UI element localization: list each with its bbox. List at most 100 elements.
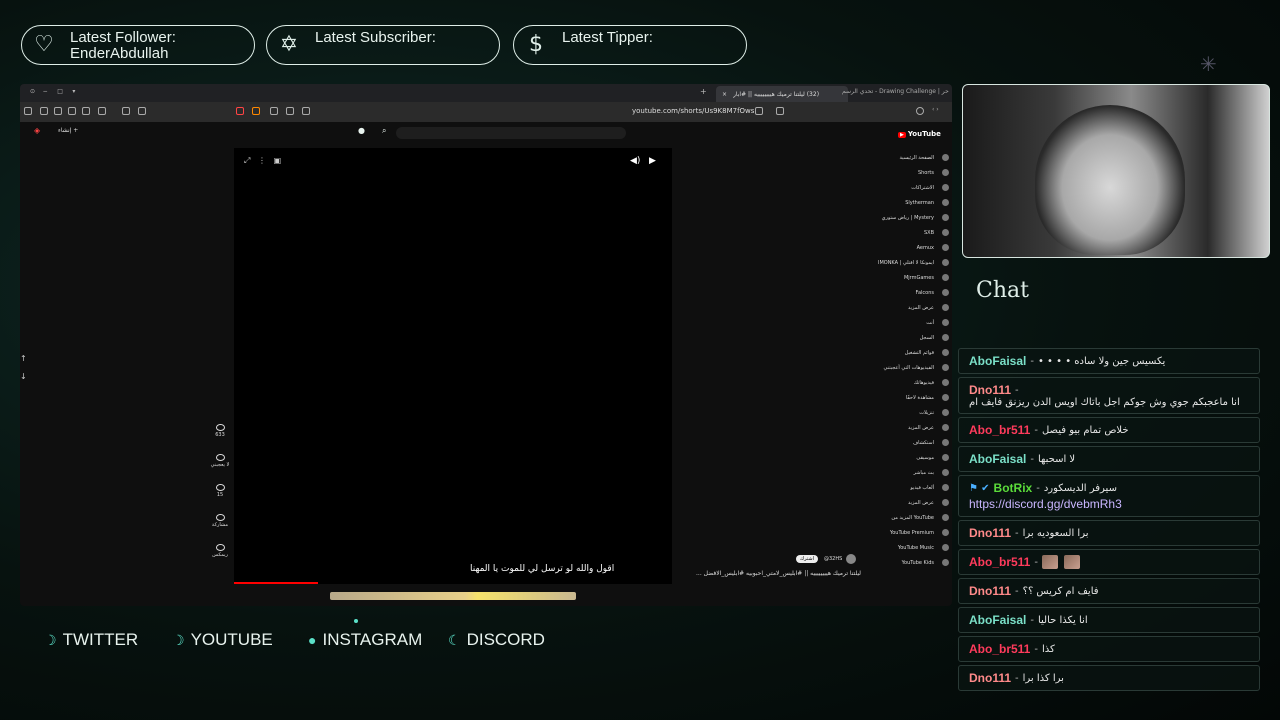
comments-button[interactable]: 15: [210, 484, 230, 498]
sidebar-item[interactable]: YouTube Kids: [872, 555, 952, 570]
channel-avatar[interactable]: [846, 554, 857, 564]
youtube-sidebar: الصفحة الرئيسية Shorts الاشتراكات Slytherma…: [872, 150, 952, 606]
sidebar-item[interactable]: بث مباشر: [872, 465, 952, 480]
channel-name[interactable]: @32HS: [824, 556, 842, 562]
tab-icon[interactable]: [68, 107, 76, 115]
tab-active[interactable]: × (32) ليلتنا ترميك هييييييييه || #ابار: [716, 86, 848, 102]
chat-username[interactable]: Dno111: [969, 526, 1011, 540]
tab-close-icon[interactable]: ×: [722, 91, 727, 98]
sidebar-item[interactable]: قوائم التشغيل: [872, 345, 952, 360]
chat-username[interactable]: Abo_br511: [969, 642, 1030, 656]
chat-username[interactable]: BotRix: [994, 481, 1033, 495]
brave-icon[interactable]: [252, 107, 260, 115]
browser-window: ⊙ − □ ▾ + × (32) ليلتنا ترميك هييييييييه…: [20, 84, 952, 606]
timeline-scrubber[interactable]: [330, 592, 576, 600]
mic-icon[interactable]: ●: [358, 126, 365, 135]
sidebar-item[interactable]: YouTube Premium: [872, 525, 952, 540]
sidebar-item[interactable]: موسيقى: [872, 450, 952, 465]
tab-other[interactable]: تحدي الرسم - Drawing Challenge | حر: [842, 88, 952, 95]
search-icon[interactable]: [286, 107, 294, 115]
sidebar-item[interactable]: SXB: [872, 225, 952, 240]
sidebar-item-label: Slytherman: [905, 199, 934, 206]
sidebar-item[interactable]: رياض ستوري | Mystery: [872, 210, 952, 225]
chat-username[interactable]: AboFaisal: [969, 613, 1026, 627]
create-button[interactable]: إنشاء +: [58, 127, 78, 134]
sidebar-item-label: Aemux: [916, 244, 934, 251]
sidebar-item[interactable]: المزيد من YouTube: [872, 510, 952, 525]
music-icon[interactable]: [82, 107, 90, 115]
sidebar-item[interactable]: MjrmGames: [872, 270, 952, 285]
dislike-button[interactable]: لا يعجبني: [210, 454, 230, 468]
chat-username[interactable]: Dno111: [969, 383, 1011, 397]
settings-icon[interactable]: [24, 107, 32, 115]
chat-username[interactable]: Dno111: [969, 584, 1011, 598]
search-input[interactable]: [396, 127, 626, 139]
notification-icon[interactable]: ◈: [34, 126, 40, 135]
chat-list: AboFaisal - يكسيس جين ولا ساده • • • • Dno1…: [958, 348, 1260, 691]
chat-text: فايف ام كريس ؟؟: [1022, 585, 1099, 597]
sidebar-item[interactable]: IMONKA | ايمونكا لا افتلي: [872, 255, 952, 270]
sidebar-item[interactable]: عرض المزيد: [872, 420, 952, 435]
social-youtube[interactable]: ☽ YOUTUBE: [172, 630, 273, 650]
chat-username[interactable]: Dno111: [969, 671, 1011, 685]
share-button[interactable]: مشاركة: [210, 514, 230, 528]
chat-link[interactable]: https://discord.gg/dvebmRh3: [969, 497, 1249, 511]
scroll-arrows[interactable]: ↑ ↓: [20, 354, 27, 381]
sidebar-item[interactable]: استكشاف: [872, 435, 952, 450]
youtube-logo[interactable]: ▶ YouTube: [898, 130, 943, 138]
sidebar-item[interactable]: فيديوهاتك: [872, 375, 952, 390]
sidebar-item[interactable]: الصفحة الرئيسية: [872, 150, 952, 165]
link-icon[interactable]: [138, 107, 146, 115]
sidebar-item[interactable]: Aemux: [872, 240, 952, 255]
alert-icon[interactable]: [236, 107, 244, 115]
sidebar-item[interactable]: تنزيلات: [872, 405, 952, 420]
extension-icon[interactable]: [122, 107, 130, 115]
shorts-video-player[interactable]: ⤢ ⋮ ▣ ◀) ▶: [234, 148, 672, 584]
like-button[interactable]: 633: [210, 424, 230, 438]
pen-icon[interactable]: [40, 107, 48, 115]
social-discord[interactable]: ☾ DISCORD: [448, 630, 545, 650]
bookmark-icon[interactable]: [54, 107, 62, 115]
fullscreen-icon[interactable]: ⤢ ⋮ ▣: [244, 156, 281, 166]
back-arrow-icon[interactable]: ‹ ›: [932, 106, 939, 113]
chat-separator: -: [1030, 355, 1034, 367]
chat-message: ⚑ ✔ BotRix - سيرفر الديسكورد https://discord…: [958, 475, 1260, 517]
sidebar-item[interactable]: Falcons: [872, 285, 952, 300]
reload-icon[interactable]: [916, 107, 924, 115]
sidebar-item[interactable]: عرض المزيد: [872, 495, 952, 510]
social-twitter[interactable]: ☽ TWITTER: [44, 630, 138, 650]
sidebar-item[interactable]: الاشتراكات: [872, 180, 952, 195]
sidebar-item[interactable]: أنت: [872, 315, 952, 330]
remix-button[interactable]: ريمكس: [210, 544, 230, 558]
chat-username[interactable]: Abo_br511: [969, 423, 1030, 437]
sidebar-item[interactable]: مشاهدة لاحقًا: [872, 390, 952, 405]
bookmark-star-icon[interactable]: [776, 107, 784, 115]
address-bar[interactable]: youtube.com/shorts/Us9K8M7fOws: [632, 107, 754, 115]
screen-icon[interactable]: [302, 107, 310, 115]
sidebar-item[interactable]: Slytherman: [872, 195, 952, 210]
video-progress-bar[interactable]: [234, 582, 318, 584]
sidebar-item[interactable]: ألعاب فيديو: [872, 480, 952, 495]
search-button-icon[interactable]: ⌕: [382, 126, 386, 136]
sidebar-item[interactable]: YouTube Music: [872, 540, 952, 555]
window-menu-icon[interactable]: ⊙ − □ ▾: [30, 88, 75, 95]
volume-icon[interactable]: ◀) ▶: [630, 156, 656, 166]
chat-username[interactable]: AboFaisal: [969, 354, 1026, 368]
shield-icon[interactable]: [755, 107, 763, 115]
download-icon[interactable]: [98, 107, 106, 115]
subscribe-button[interactable]: اشترك: [796, 555, 818, 563]
sidebar-item[interactable]: عرض المزيد: [872, 300, 952, 315]
new-tab-button[interactable]: +: [700, 87, 707, 96]
social-instagram[interactable]: ● INSTAGRAM: [308, 630, 422, 650]
chat-title: Chat: [976, 278, 1029, 303]
video-title[interactable]: ليلتنا ترميك هييييييييه || #ابليس_لامتي_…: [696, 570, 861, 577]
chat-username[interactable]: AboFaisal: [969, 452, 1026, 466]
sidebar-item-label: YouTube Kids: [901, 559, 934, 566]
sidebar-item[interactable]: الفيديوهات التي أعجبتني: [872, 360, 952, 375]
sidebar-item[interactable]: السجل: [872, 330, 952, 345]
chat-username[interactable]: Abo_br511: [969, 555, 1030, 569]
chat-separator: -: [1036, 482, 1040, 494]
sidebar-item-label: MjrmGames: [903, 274, 934, 281]
share-icon[interactable]: [270, 107, 278, 115]
sidebar-item[interactable]: Shorts: [872, 165, 952, 180]
